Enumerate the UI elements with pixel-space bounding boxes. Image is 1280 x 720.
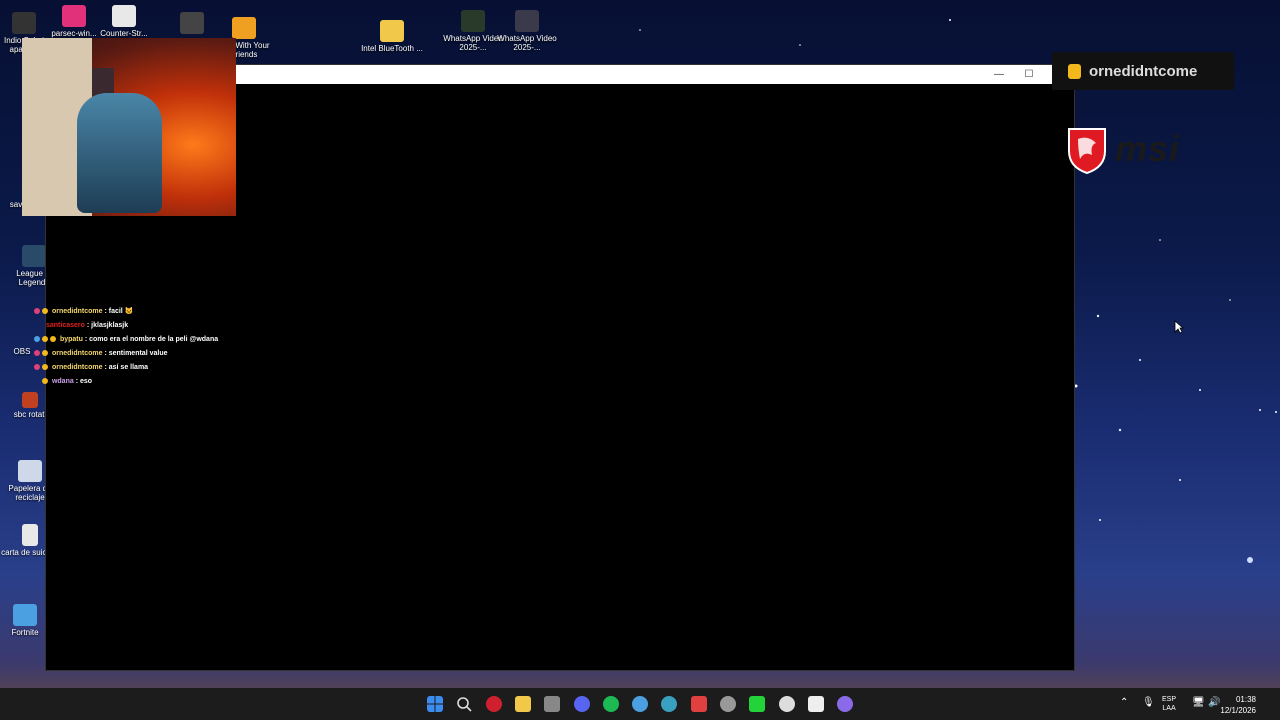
language-indicator[interactable]: ESP LAA [1162,695,1176,713]
badge-icon [50,336,56,342]
steam-icon[interactable] [720,696,736,712]
chat-message: wdana : eso [34,375,218,389]
badge-icon [42,378,48,384]
app-red-icon[interactable] [486,696,502,712]
mouse-cursor-icon [1174,320,1184,334]
chat-text: facil 🐱 [108,308,134,315]
volume-icon[interactable]: 🔊 [1208,697,1220,708]
store-icon[interactable] [544,696,560,712]
chat-username: santicasero [46,322,85,329]
badge-icon [34,364,40,370]
chat-message: bypatu : como era el nombre de la peli @… [34,333,218,347]
chat-username: ornedidntcome [51,308,103,315]
video-file-icon [12,12,36,34]
badge-icon [42,308,48,314]
counter-strike-icon [112,5,136,27]
microphone-icon[interactable]: 🎙 [1142,697,1155,708]
msi-dragon-shield-icon [1068,128,1106,175]
search-icon[interactable] [456,696,472,712]
window-titlebar[interactable]: — ☐ [236,65,1052,84]
start-icon[interactable] [427,696,443,712]
text-file-icon [22,524,38,546]
chrome-icon[interactable] [632,696,648,712]
desktop-icon-counter-strike[interactable]: Counter-Str... [92,5,156,38]
kick-icon[interactable] [749,696,765,712]
stream-chat-overlay: ornedidntcome : facil 🐱 santicasero : jk… [34,305,218,389]
file-explorer-icon[interactable] [515,696,531,712]
wall-poster [92,68,114,96]
desktop-icon-whatsapp-video-2[interactable]: WhatsApp Video 2025-... [495,10,559,52]
coin-icon [1068,63,1081,79]
chat-message: santicasero : jklasjklasjk [34,319,218,333]
recycle-bin-icon [18,460,42,482]
spotify-icon[interactable] [603,696,619,712]
chat-message: ornedidntcome : sentimental value [34,347,218,361]
browser-icon[interactable] [661,696,677,712]
chat-username: wdana [51,378,74,385]
terminal-icon[interactable] [808,696,824,712]
webcam-overlay [22,38,236,216]
folder-icon [380,20,404,42]
badge-icon [34,350,40,356]
gaming-chair [77,93,162,213]
badge-icon [42,364,48,370]
maximize-button[interactable]: ☐ [1014,67,1044,82]
chat-username: ornedidntcome [51,350,103,357]
follower-alert: ornedidntcome [1052,52,1234,90]
chat-text: eso [79,378,93,385]
network-icon[interactable]: 🖥 [1192,697,1205,708]
app-icon [180,12,204,34]
chat-username: ornedidntcome [51,364,103,371]
chat-message: ornedidntcome : así se llama [34,361,218,375]
league-icon [22,245,46,267]
chat-text: como era el nombre de la peli @wdana [89,336,219,343]
parsec-icon [62,5,86,27]
discord-icon[interactable] [574,696,590,712]
desktop-icon-intel-bluetooth[interactable]: Intel BlueTooth ... [360,20,424,53]
badge-icon [42,350,48,356]
video-file-icon [461,10,485,32]
badge-icon [42,336,48,342]
golf-icon [232,17,256,39]
chevron-up-icon[interactable]: ⌃ [1120,697,1128,708]
alert-username: ornedidntcome [1089,62,1198,80]
chat-text: jklasjklasjk [91,322,129,329]
minimize-button[interactable]: — [984,67,1014,82]
app-icon [22,392,38,408]
taskbar: ⌃ 🎙 ESP LAA 🖥 🔊 01:38 12/1/2026 [0,688,1280,720]
fortnite-icon [13,604,37,626]
msi-wordmark: msi [1115,128,1181,169]
chat-message: ornedidntcome : facil 🐱 [34,305,218,319]
fraps-icon[interactable] [691,696,707,712]
badge-icon [34,336,40,342]
taskbar-clock[interactable]: 01:38 12/1/2026 [1220,694,1256,716]
app-face-icon[interactable] [779,696,795,712]
chat-text: así se llama [108,364,149,371]
chat-text: sentimental value [108,350,168,357]
twitch-studio-icon[interactable] [837,696,853,712]
video-file-icon [515,10,539,32]
chat-username: bypatu [59,336,83,343]
badge-icon [34,308,40,314]
